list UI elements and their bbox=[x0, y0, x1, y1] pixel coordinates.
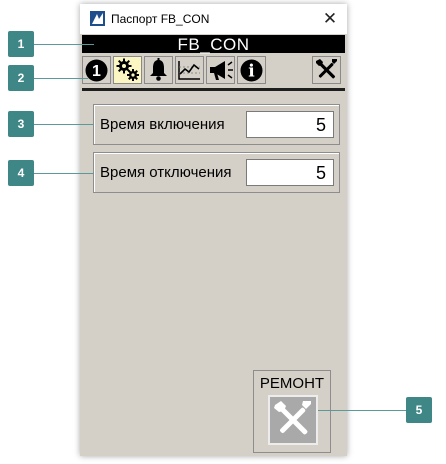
callout-3-line bbox=[32, 124, 94, 125]
callout-3: 3 bbox=[8, 111, 34, 137]
repair-label: РЕМОНТ bbox=[259, 375, 325, 392]
toolbar-separator bbox=[82, 88, 345, 91]
tab-info-glyph: i bbox=[248, 62, 255, 82]
tab-main-glyph: 1 bbox=[92, 63, 101, 80]
callout-4-line bbox=[32, 173, 94, 174]
settings-gears-icon bbox=[116, 58, 139, 81]
callout-2-line bbox=[32, 78, 88, 79]
tab-alarms[interactable] bbox=[144, 56, 173, 84]
title-bar: Паспорт FB_CON ✕ bbox=[80, 4, 347, 34]
app-logo-icon bbox=[90, 11, 105, 26]
info-icon: i bbox=[240, 59, 263, 82]
param-off-time-group: Время отключения 5 bbox=[93, 152, 340, 193]
tab-main[interactable]: 1 bbox=[82, 56, 111, 84]
callout-1: 1 bbox=[8, 31, 34, 57]
close-button[interactable]: ✕ bbox=[319, 8, 341, 30]
window-title: Паспорт FB_CON bbox=[111, 12, 210, 26]
param-on-time-label: Время включения bbox=[100, 116, 225, 133]
callout-5: 5 bbox=[406, 397, 432, 423]
tab-service[interactable] bbox=[312, 56, 341, 84]
tab-trends[interactable] bbox=[175, 56, 204, 84]
param-off-time-input[interactable]: 5 bbox=[246, 159, 334, 186]
tab-messages[interactable] bbox=[206, 56, 235, 84]
info-number-icon: 1 bbox=[85, 59, 108, 82]
tab-info[interactable]: i bbox=[237, 56, 266, 84]
param-on-time-input[interactable]: 5 bbox=[246, 111, 334, 138]
megaphone-icon bbox=[210, 61, 233, 80]
toolbar: 1 i bbox=[82, 54, 345, 88]
callout-5-line bbox=[318, 410, 406, 411]
repair-button[interactable] bbox=[268, 395, 318, 445]
passport-window: Паспорт FB_CON ✕ FB_CON 1 i Время включе… bbox=[80, 4, 347, 456]
callout-2: 2 bbox=[8, 65, 34, 91]
param-on-time-group: Время включения 5 bbox=[93, 104, 340, 145]
tools-icon bbox=[274, 401, 311, 435]
object-name-bar: FB_CON bbox=[82, 35, 345, 54]
param-off-time-label: Время отключения bbox=[100, 164, 232, 181]
repair-group: РЕМОНТ bbox=[253, 370, 331, 453]
tools-icon bbox=[316, 59, 337, 79]
tab-settings[interactable] bbox=[113, 56, 142, 84]
bell-icon bbox=[150, 58, 167, 81]
callout-1-line bbox=[32, 44, 94, 45]
trend-chart-icon bbox=[178, 61, 200, 80]
callout-4: 4 bbox=[8, 160, 34, 186]
